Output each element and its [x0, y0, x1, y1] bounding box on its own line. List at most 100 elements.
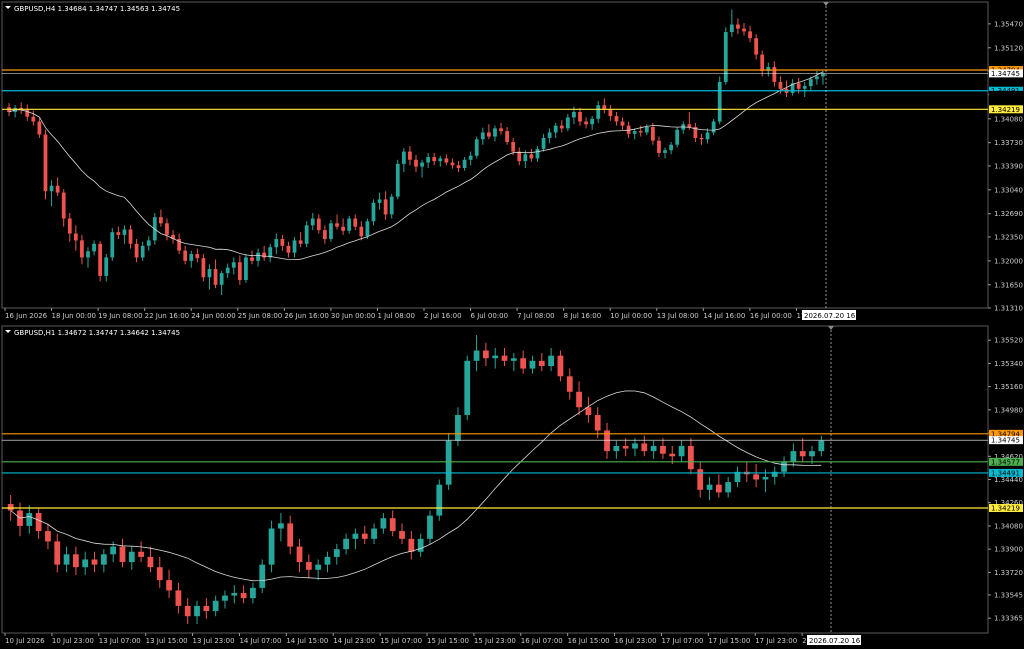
x-tick-label: 13 Jul 23:00 — [193, 637, 235, 645]
chart-background — [0, 322, 1024, 649]
chart-h4[interactable]: GBPUSD,H4 1.34684 1.34747 1.34563 1.3474… — [0, 0, 1024, 322]
x-tick-label: 26 Jun 16:00 — [284, 312, 328, 320]
x-tick-label: 19 Jun 08:00 — [98, 312, 142, 320]
y-tick-label: 1.33390 — [994, 162, 1023, 170]
candle-body — [762, 476, 769, 480]
y-tick-label: 1.32350 — [994, 233, 1023, 241]
candle-body — [529, 154, 534, 159]
candle-body — [203, 605, 210, 612]
candle-body — [7, 504, 14, 511]
candle-body — [511, 142, 516, 152]
chart-background — [0, 0, 1024, 322]
chart-title: GBPUSD,H1 1.34672 1.34747 1.34642 1.3474… — [14, 329, 180, 337]
candle-body — [651, 126, 655, 141]
candle-body — [742, 28, 746, 32]
candle-body — [86, 251, 90, 258]
candle-body — [100, 554, 107, 565]
candle-body — [49, 185, 54, 192]
candle-body — [43, 134, 48, 192]
candle-body — [523, 154, 528, 162]
candle-body — [286, 245, 291, 253]
candle-body — [333, 549, 340, 557]
candle-body — [818, 440, 825, 452]
candle-body — [389, 196, 394, 215]
x-tick-label: 16 Jul 07:00 — [521, 637, 563, 645]
y-tick-label: 1.35340 — [994, 360, 1023, 368]
y-tick-label: 1.33720 — [994, 569, 1023, 577]
y-tick-label: 1.33545 — [994, 591, 1023, 599]
candle-body — [462, 159, 467, 168]
candle-body — [138, 551, 145, 557]
candle-body — [501, 355, 508, 361]
candle-body — [244, 257, 248, 280]
candle-body — [699, 137, 704, 140]
candle-body — [341, 226, 345, 231]
candle-body — [377, 199, 382, 203]
candle-body — [61, 192, 66, 219]
x-tick-label: 15 Jul 15:00 — [427, 637, 469, 645]
y-tick-label: 1.35120 — [994, 44, 1023, 52]
candle-body — [98, 243, 103, 276]
candle-body — [305, 562, 312, 570]
x-tick-label: 15 Jul 07:00 — [380, 637, 422, 645]
candle-body — [401, 151, 406, 164]
candle-body — [399, 531, 405, 539]
cursor-time-label: 2026.07.20 16:00 — [809, 637, 871, 645]
candle-body — [184, 605, 191, 617]
candle-body — [753, 474, 760, 480]
x-tick-label: 16 Jul 23:00 — [615, 637, 657, 645]
candle-body — [240, 593, 247, 599]
x-tick-label: 6 Jul 00:00 — [471, 312, 509, 320]
candle-body — [304, 225, 309, 244]
candle-body — [455, 415, 461, 441]
candle-body — [748, 31, 752, 39]
candle-body — [663, 150, 667, 153]
candle-body — [146, 240, 151, 246]
candle-body — [92, 243, 96, 252]
candle-body — [201, 258, 206, 278]
candle-body — [371, 202, 376, 222]
candle-body — [578, 111, 582, 122]
candle-body — [329, 223, 333, 240]
candle-body — [678, 445, 685, 457]
candle-body — [517, 151, 522, 162]
candle-body — [408, 538, 415, 552]
candle-body — [292, 240, 297, 253]
candle-body — [110, 546, 117, 555]
candle-body — [347, 218, 352, 231]
candle-body — [225, 267, 230, 274]
price-tag-label: 1.34491 — [991, 469, 1020, 477]
candle-body — [343, 538, 350, 550]
candle-body — [365, 221, 370, 237]
candle-body — [482, 350, 489, 359]
candle-body — [166, 580, 172, 591]
x-tick-label: 17 Jul 15:00 — [708, 637, 750, 645]
candle-body — [717, 81, 722, 122]
candle-body — [687, 124, 692, 127]
candle-body — [116, 232, 121, 235]
candle-body — [335, 223, 339, 227]
y-tick-label: 1.33900 — [994, 546, 1023, 554]
candle-body — [315, 564, 322, 570]
candle-body — [711, 121, 716, 133]
candle-body — [159, 217, 163, 224]
candle-body — [808, 79, 813, 87]
candle-body — [584, 121, 588, 125]
candle-body — [359, 226, 364, 237]
candle-body — [353, 218, 358, 227]
candle-body — [316, 218, 321, 231]
candle-body — [91, 559, 98, 565]
candle-body — [26, 513, 33, 526]
x-tick-label: 16 Jul 15:00 — [568, 637, 610, 645]
candle-body — [110, 232, 115, 258]
candle-body — [641, 443, 648, 452]
candle-body — [520, 358, 527, 369]
candle-body — [706, 484, 713, 490]
candle-body — [464, 360, 471, 416]
x-tick-label: 13 Jul 07:00 — [99, 637, 141, 645]
candle-body — [45, 531, 51, 542]
candle-body — [772, 66, 777, 82]
chart-h1[interactable]: GBPUSD,H1 1.34672 1.34747 1.34642 1.3474… — [0, 322, 1024, 649]
y-tick-label: 1.34980 — [994, 406, 1023, 414]
y-tick-label: 1.32000 — [994, 257, 1023, 265]
